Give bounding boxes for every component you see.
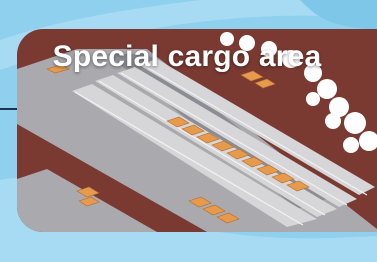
map-canvas: Special cargo area bbox=[0, 0, 377, 262]
special-cargo-area-card[interactable]: Special cargo area bbox=[17, 29, 377, 232]
card-title: Special cargo area bbox=[52, 40, 322, 73]
